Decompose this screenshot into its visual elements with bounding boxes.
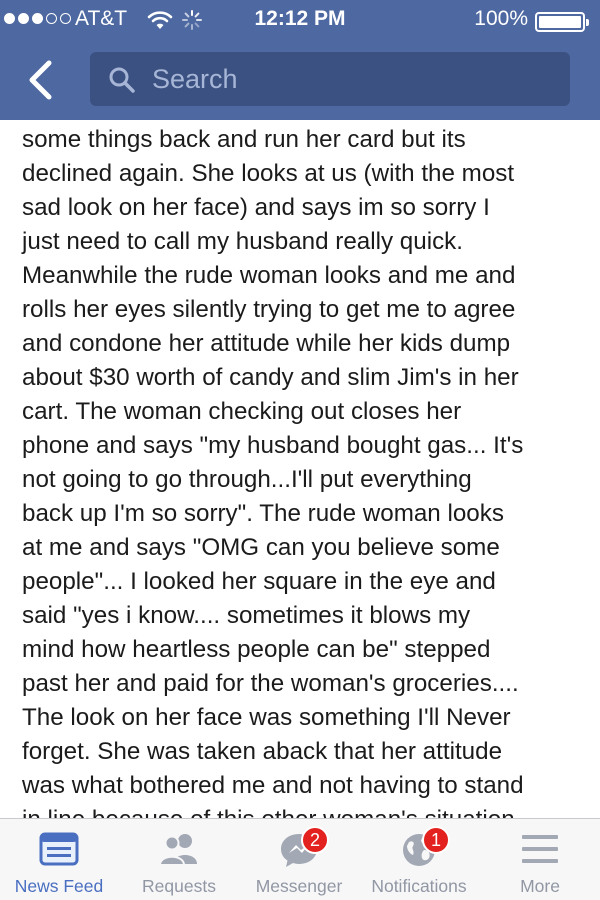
post-line: Meanwhile the rude woman looks and me an… (22, 262, 516, 289)
post-line: declined again. She looks at us (with th… (22, 160, 515, 187)
post-line: just need to call my husband really quic… (22, 228, 463, 255)
tab-more[interactable]: More (480, 819, 600, 900)
notifications-badge: 1 (422, 826, 450, 854)
battery-icon (535, 12, 589, 32)
tab-label: More (520, 876, 560, 896)
post-line: said "yes i know.... sometimes it blows … (22, 602, 471, 629)
tab-notifications[interactable]: 1 Notifications (360, 819, 478, 900)
post-text: some things back and run her card but it… (22, 123, 587, 818)
post-line: sad look on her face) and says im so sor… (22, 194, 490, 221)
globe-icon: 1 (400, 826, 450, 873)
post-line: and condone her attitude while her kids … (22, 330, 511, 357)
tab-label: Requests (142, 876, 216, 896)
hamburger-menu-icon (520, 832, 560, 871)
tab-messenger[interactable]: 2 Messenger (240, 819, 358, 900)
post-line: people"... I looked her square in the ey… (22, 568, 496, 595)
post-line: mind how heartless people can be" steppe… (22, 636, 491, 663)
status-bar: AT&T 12:12 PM 100% (0, 0, 600, 38)
search-icon (108, 66, 136, 99)
post-line: back up I'm so sorry". The rude woman lo… (22, 500, 504, 527)
tab-label: Notifications (371, 876, 467, 896)
messenger-icon: 2 (279, 826, 329, 873)
messenger-badge: 2 (301, 826, 329, 854)
tab-requests[interactable]: Requests (120, 819, 238, 900)
tab-label: Messenger (255, 876, 343, 896)
post-line: in line because of this other woman's si… (22, 803, 587, 818)
post-line: cart. The woman checking out closes her (22, 398, 462, 425)
post-line: phone and says "my husband bought gas...… (22, 432, 524, 459)
tab-news-feed[interactable]: News Feed (0, 819, 118, 900)
chevron-left-icon (29, 60, 52, 100)
tab-label: News Feed (14, 876, 104, 896)
post-line: rolls her eyes silently trying to get me… (22, 296, 516, 323)
news-feed-icon (39, 832, 79, 871)
post-line: at me and says "OMG can you believe some (22, 534, 500, 561)
post-line: was what bothered me and not having to s… (22, 772, 524, 799)
back-button[interactable] (25, 60, 55, 100)
tab-bar: News Feed Requests 2 Messenger 1 Notific… (0, 818, 600, 900)
post-content: some things back and run her card but it… (0, 120, 600, 818)
header: AT&T 12:12 PM 100% Search (0, 0, 600, 120)
search-placeholder: Search (152, 64, 238, 94)
post-line: about $30 worth of candy and slim Jim's … (22, 364, 519, 391)
friend-requests-icon (156, 832, 202, 871)
battery-fill (539, 16, 581, 28)
search-input[interactable]: Search (90, 52, 570, 106)
post-line: not going to go through...I'll put every… (22, 466, 472, 493)
post-line: The look on her face was something I'll … (22, 704, 511, 731)
post-line: some things back and run her card but it… (22, 126, 466, 153)
post-line: forget. She was taken aback that her att… (22, 738, 503, 765)
battery-percentage: 100% (474, 7, 528, 30)
post-line: past her and paid for the woman's grocer… (22, 670, 519, 697)
